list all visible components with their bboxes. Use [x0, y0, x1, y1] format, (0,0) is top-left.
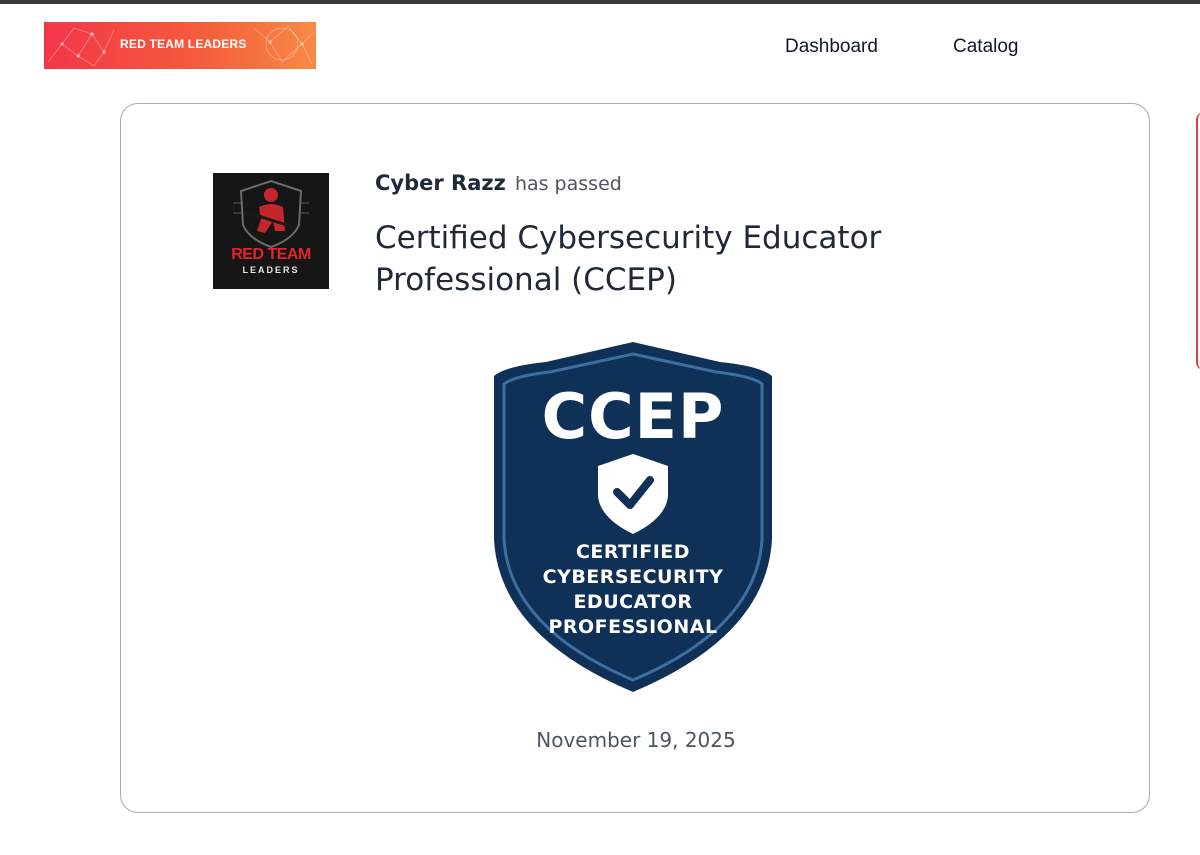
- nav-catalog-link[interactable]: Catalog: [953, 36, 1019, 58]
- certification-badge: CCEP CERTIFIED CYBERSECURITY EDUCATOR PR…: [490, 340, 776, 694]
- adjacent-panel-edge: [1196, 112, 1200, 370]
- badge-caption: CERTIFIED CYBERSECURITY EDUCATOR PROFESS…: [490, 540, 776, 640]
- status-text: has passed: [514, 173, 622, 195]
- recipient-name: Cyber Razz: [375, 171, 506, 195]
- brand-banner-logo[interactable]: RED TEAM LEADERS: [44, 22, 316, 69]
- badge-abbreviation: CCEP: [541, 380, 725, 453]
- organization-logo: RED TEAM LEADERS: [213, 173, 329, 289]
- issue-date: November 19, 2025: [536, 728, 736, 752]
- badge-caption-line: PROFESSIONAL: [548, 616, 718, 638]
- org-logo-line1: RED TEAM: [231, 246, 311, 263]
- site-header: RED TEAM LEADERS Dashboard Catalog: [0, 4, 1200, 94]
- brand-label: RED TEAM LEADERS: [120, 37, 247, 51]
- org-logo-line2: LEADERS: [242, 265, 300, 275]
- certificate-title: Certified Cybersecurity Educator Profess…: [375, 220, 882, 298]
- nav-dashboard-link[interactable]: Dashboard: [785, 36, 878, 58]
- badge-caption-line: CERTIFIED: [575, 541, 691, 563]
- badge-caption-line: CYBERSECURITY: [542, 566, 724, 588]
- certificate-card: RED TEAM LEADERS Cyber Razz has passed C…: [120, 103, 1150, 813]
- recipient-line: Cyber Razz has passed: [375, 171, 622, 195]
- badge-caption-line: EDUCATOR: [573, 591, 693, 613]
